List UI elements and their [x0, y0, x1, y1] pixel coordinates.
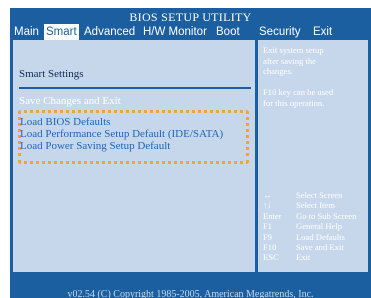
menu-advanced[interactable]: Advanced: [84, 25, 135, 40]
key-description: Exit: [296, 252, 311, 263]
key-symbol: Enter: [263, 210, 282, 221]
menu-bar: Main Smart Advanced H/W Monitor Boot Sec…: [10, 24, 371, 40]
menu-boot[interactable]: Boot: [216, 25, 240, 40]
menu-main[interactable]: Main: [14, 25, 39, 40]
save-changes-option[interactable]: Save Changes and Exit: [19, 95, 121, 107]
key-description: Load Defaults: [296, 231, 345, 242]
section-title: Smart Settings: [19, 68, 84, 80]
key-description: Go to Sub Screen: [296, 210, 357, 221]
key-symbol: ESC: [263, 252, 279, 263]
section-divider: [19, 87, 251, 89]
key-description: Save and Exit: [296, 241, 344, 252]
copyright-footer: v02.54 (C) Copyright 1985-2005, American…: [67, 289, 314, 298]
help-line: changes.: [263, 66, 293, 76]
key-symbol: F10: [263, 241, 277, 252]
help-line: for this operation.: [263, 97, 325, 108]
help-line: Exit system setup: [263, 45, 324, 55]
load-power-saving-default-option[interactable]: Load Power Saving Setup Default: [20, 141, 170, 152]
help-line: F10 key can be used: [263, 87, 334, 97]
help-line: after saving the: [263, 55, 316, 66]
menu-smart[interactable]: Smart: [44, 24, 79, 40]
key-symbol: F1: [263, 221, 273, 232]
menu-hw-monitor[interactable]: H/W Monitor: [143, 25, 207, 40]
load-bios-defaults-option[interactable]: Load BIOS Defaults: [20, 117, 110, 128]
menu-security[interactable]: Security: [259, 25, 301, 40]
key-description: Select Item: [296, 200, 335, 211]
bios-screen: BIOS SETUP UTILITY Main Smart Advanced H…: [10, 8, 371, 298]
key-symbol: ↔: [263, 190, 272, 200]
key-symbol: ↑↓: [263, 200, 272, 211]
menu-exit[interactable]: Exit: [313, 25, 332, 40]
settings-panel: Smart Settings Save Changes and Exit Loa…: [13, 40, 255, 272]
window-title: BIOS SETUP UTILITY: [129, 10, 252, 24]
help-panel: Exit system setup after saving the chang…: [258, 40, 368, 272]
key-description: General Help: [296, 221, 343, 232]
load-performance-default-option[interactable]: Load Performance Setup Default (IDE/SATA…: [20, 129, 223, 140]
key-symbol: F9: [263, 231, 273, 242]
key-description: Select Screen: [296, 190, 343, 200]
